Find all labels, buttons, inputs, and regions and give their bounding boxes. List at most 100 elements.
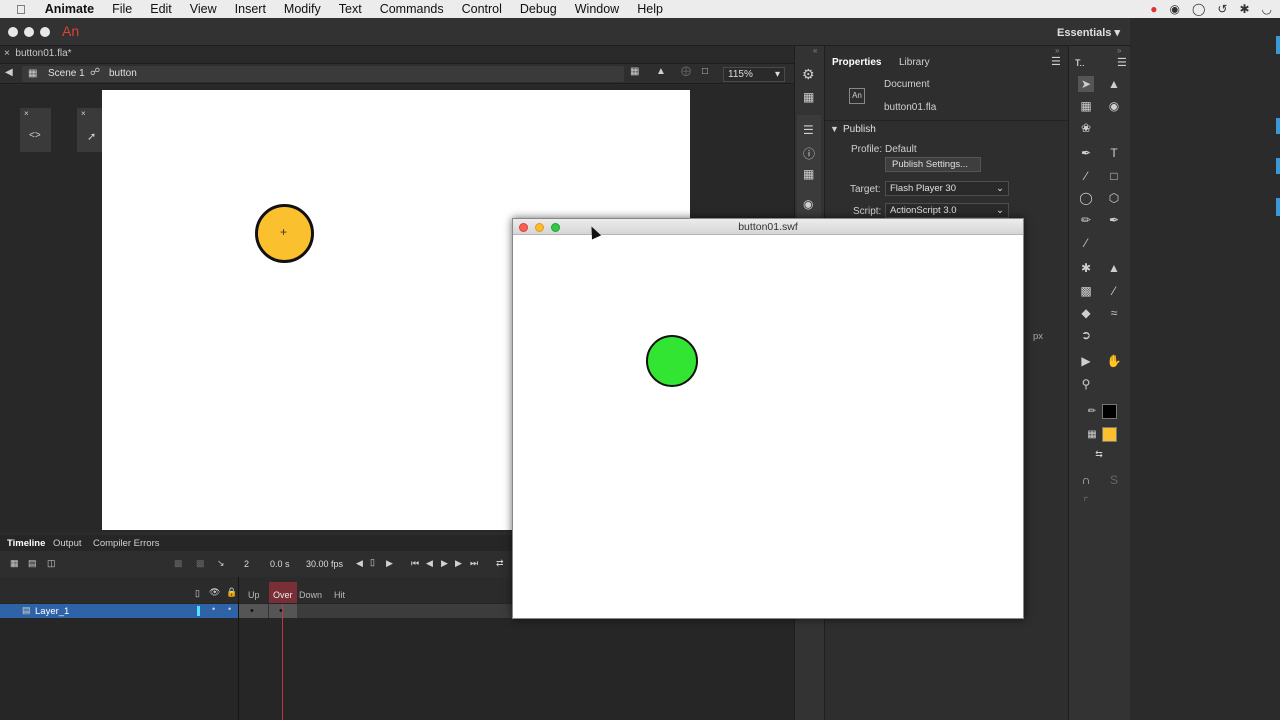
snap-magnet-icon[interactable]: ∩ [1078,472,1094,488]
swf-button-over-state[interactable] [646,335,698,387]
align-icon[interactable]: ☰ [803,123,814,137]
brush-tool-icon[interactable]: ⁄ [1078,235,1094,251]
onion-skin-icon[interactable]: ▩ [174,558,183,569]
workspace-switcher[interactable]: Essentials ▾ [1057,26,1120,39]
collapse-icon[interactable]: « [813,46,817,55]
straighten-icon[interactable]: ⌜ [1078,494,1094,510]
prev-frame-icon[interactable]: ◀ [356,558,363,569]
graph-icon[interactable]: ↘ [217,558,225,569]
menu-insert[interactable]: Insert [226,2,275,16]
swf-zoom-button[interactable] [551,223,560,232]
back-arrow-icon[interactable]: ◀ [5,67,13,78]
swap-colors-icon[interactable]: ⇆ [1091,446,1107,462]
close-window-button[interactable] [8,27,18,37]
rectangle-tool-icon[interactable]: □ [1106,168,1122,184]
next-frame-icon[interactable]: ▶ [386,558,393,569]
publish-settings-button[interactable]: Publish Settings... [885,157,981,172]
bone-tool-icon[interactable]: ✱ [1078,260,1094,276]
clip-content-icon[interactable]: □ [702,66,708,77]
creative-cloud-icon[interactable]: ◯ [1192,2,1205,16]
new-layer-icon[interactable]: ▦ [10,558,19,569]
swf-minimize-button[interactable] [535,223,544,232]
pin-tool-icon[interactable]: ➲ [1078,327,1094,343]
target-select[interactable]: Flash Player 30 ⌄ [885,181,1009,196]
center-frame-icon[interactable]: ▯ [370,557,375,568]
panel-menu-icon[interactable]: ☰ [1117,56,1127,69]
line-tool-icon[interactable]: ∕ [1078,168,1094,184]
fill-color-swatch[interactable] [1102,427,1117,442]
paint-bucket-tool-icon[interactable]: ▲ [1106,260,1122,276]
zoom-window-button[interactable] [40,27,50,37]
ink-bottle-tool-icon[interactable]: ▩ [1078,283,1094,299]
assets-icon[interactable]: ⚙ [802,66,815,83]
width-tool-icon[interactable]: ≈ [1106,305,1122,321]
swf-close-button[interactable] [519,223,528,232]
polystar-tool-icon[interactable]: ⬡ [1106,190,1122,206]
hand-tool-icon[interactable]: ✋ [1106,353,1122,369]
3d-rotation-tool-icon[interactable]: ◉ [1106,98,1122,114]
button-instance-over-state[interactable]: + [255,204,314,263]
tab-compiler-errors[interactable]: Compiler Errors [93,538,160,549]
menu-text[interactable]: Text [330,2,371,16]
play-icon[interactable]: ▶ [441,558,448,569]
menu-modify[interactable]: Modify [275,2,330,16]
pen-tool-icon[interactable]: ✒ [1078,145,1094,161]
delete-icon[interactable]: ◫ [47,558,56,569]
lock-dot[interactable]: • [228,604,231,614]
lock-icon[interactable]: 🔒 [226,587,237,598]
code-snippets-icon[interactable]: <> [29,130,41,141]
new-folder-icon[interactable]: ▤ [28,558,37,569]
wifi-icon[interactable]: ◡ [1262,2,1272,16]
layer-color-swatch[interactable] [197,606,200,616]
menu-debug[interactable]: Debug [511,2,566,16]
tab-properties[interactable]: Properties [832,57,881,68]
smooth-icon[interactable]: S [1106,472,1122,488]
pencil-tool-icon[interactable]: ✏ [1078,212,1094,228]
zoom-tool-icon[interactable]: ⚲ [1078,376,1094,392]
panel-menu-icon[interactable]: ☰ [1051,55,1061,68]
camera-tool-icon[interactable]: ▶ [1078,353,1094,369]
edit-symbols-icon[interactable]: ▲ [656,66,666,77]
selection-tool-icon[interactable]: ➤ [1078,76,1094,92]
fill-color-icon[interactable]: ▦ [1084,427,1100,443]
minimize-window-button[interactable] [24,27,34,37]
menu-help[interactable]: Help [628,2,672,16]
outline-icon[interactable]: ▯ [195,588,200,599]
current-frame[interactable]: 2 [244,559,249,569]
edit-multiple-icon[interactable]: ▩ [196,558,205,569]
last-frame-icon[interactable]: ⏭ [470,558,478,569]
script-select[interactable]: ActionScript 3.0 ⌄ [885,203,1009,218]
tab-library[interactable]: Library [899,57,930,68]
collapse-icon[interactable]: » [1055,46,1059,55]
menu-control[interactable]: Control [453,2,511,16]
layer-name[interactable]: Layer_1 [35,606,69,617]
stroke-color-icon[interactable]: ✏ [1084,404,1100,420]
transform-icon[interactable]: ▦ [803,167,814,181]
record-icon[interactable]: ● [1150,2,1157,16]
text-tool-icon[interactable]: T [1106,145,1122,161]
stroke-color-swatch[interactable] [1102,404,1117,419]
components-icon[interactable]: ◉ [803,197,813,211]
menu-commands[interactable]: Commands [371,2,453,16]
clapper-icon[interactable]: ▦ [630,66,639,77]
sync-icon[interactable]: ◉ [1169,2,1179,16]
step-back-icon[interactable]: ◀ [426,558,433,569]
publish-section-title[interactable]: Publish [843,124,876,135]
collapse-arrow-icon[interactable]: ▼ [830,124,839,134]
eye-icon[interactable]: 👁 [209,587,220,598]
collapse-icon[interactable]: » [1117,46,1121,55]
time-machine-icon[interactable]: ↺ [1217,2,1227,16]
tab-output[interactable]: Output [53,538,82,549]
keyframe-up[interactable]: • [239,604,268,618]
close-icon[interactable]: × [24,109,29,118]
breadcrumb-symbol[interactable]: button [109,68,137,79]
center-stage-icon[interactable]: ⨁ [681,66,691,77]
menu-window[interactable]: Window [566,2,628,16]
frame-picker-icon[interactable]: ▦ [803,90,814,104]
elapsed-time[interactable]: 0.0 s [270,559,290,569]
paint-brush-tool-icon[interactable]: ✒ [1106,212,1122,228]
loop-icon[interactable]: ⇄ [496,558,504,569]
visibility-dot[interactable]: • [212,604,215,614]
apple-icon[interactable]:  [0,2,36,17]
eraser-tool-icon[interactable]: ◆ [1078,305,1094,321]
